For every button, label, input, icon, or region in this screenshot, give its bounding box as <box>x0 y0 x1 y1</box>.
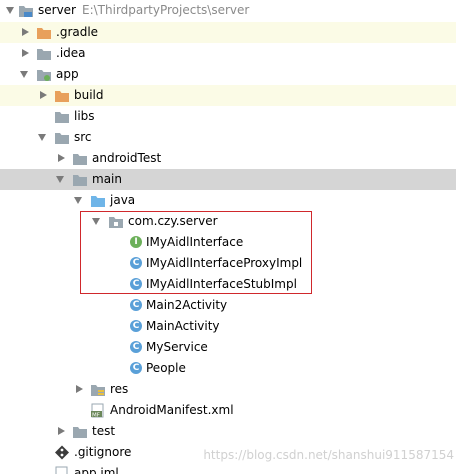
tree-row-class[interactable]: I IMyAidlInterface <box>0 232 456 253</box>
folder-icon <box>73 427 87 438</box>
tree-row-class[interactable]: C MyService <box>0 337 456 358</box>
tree-row-libs[interactable]: libs <box>0 106 456 127</box>
tree-label-build: build <box>74 88 104 102</box>
class-icon: C <box>130 299 142 311</box>
tree-row-app[interactable]: app <box>0 64 456 85</box>
tree-label-libs: libs <box>74 109 95 123</box>
tree-label-class: IMyAidlInterface <box>146 235 244 249</box>
tree-label-gitignore: .gitignore <box>74 445 132 459</box>
source-folder-icon <box>91 196 105 207</box>
tree-row-manifest[interactable]: MF AndroidManifest.xml <box>0 400 456 421</box>
folder-icon <box>73 175 87 186</box>
tree-row-idea[interactable]: .idea <box>0 43 456 64</box>
tree-row-class[interactable]: C IMyAidlInterfaceStubImpl <box>0 274 456 295</box>
expand-arrow-icon[interactable] <box>22 28 29 36</box>
tree-row-class[interactable]: C MainActivity <box>0 316 456 337</box>
tree-row-package[interactable]: com.czy.server <box>0 211 456 232</box>
tree-row-main[interactable]: main <box>0 169 456 190</box>
tree-row-test[interactable]: test <box>0 421 456 442</box>
expand-arrow-icon[interactable] <box>38 134 46 141</box>
class-icon: C <box>130 278 142 290</box>
tree-label-class: People <box>146 361 186 375</box>
class-icon: C <box>130 362 142 374</box>
tree-label-java: java <box>110 193 136 207</box>
interface-icon: I <box>130 236 142 248</box>
manifest-badge: MF <box>92 413 100 419</box>
tree-row-gradle[interactable]: .gradle <box>0 22 456 43</box>
expand-arrow-icon[interactable] <box>6 7 14 14</box>
project-tree: server E:\ThirdpartyProjects\server .grad… <box>0 0 456 474</box>
tree-label-main: main <box>92 172 122 186</box>
tree-label-idea: .idea <box>56 46 86 60</box>
class-icon: C <box>130 320 142 332</box>
folder-icon <box>73 154 87 165</box>
expand-arrow-icon[interactable] <box>58 427 65 435</box>
tree-row-app-iml[interactable]: app.iml <box>0 463 456 474</box>
folder-icon <box>55 133 69 144</box>
gitignore-file-icon <box>55 445 69 460</box>
resource-folder-icon <box>91 385 105 396</box>
project-path: E:\ThirdpartyProjects\server <box>82 3 250 17</box>
tree-label-class: IMyAidlInterfaceStubImpl <box>146 277 297 291</box>
tree-row-class[interactable]: C Main2Activity <box>0 295 456 316</box>
tree-row-build[interactable]: build <box>0 85 456 106</box>
expand-arrow-icon[interactable] <box>74 197 82 204</box>
tree-row-res[interactable]: res <box>0 379 456 400</box>
tree-label-androidtest: androidTest <box>92 151 162 165</box>
folder-icon <box>37 49 51 60</box>
excluded-folder-icon <box>37 28 51 39</box>
tree-label-package: com.czy.server <box>128 214 218 228</box>
tree-label-class: MainActivity <box>146 319 220 333</box>
expand-arrow-icon[interactable] <box>20 71 28 78</box>
expand-arrow-icon[interactable] <box>56 176 64 183</box>
tree-label-class: MyService <box>146 340 208 354</box>
expand-arrow-icon[interactable] <box>58 154 65 162</box>
tree-row-class[interactable]: C People <box>0 358 456 379</box>
class-icon: C <box>130 341 142 353</box>
tree-label-gradle: gradle <box>59 25 99 39</box>
module-folder-icon <box>19 6 33 17</box>
tree-row-gitignore[interactable]: .gitignore <box>0 442 456 463</box>
tree-label-manifest: AndroidManifest.xml <box>110 403 234 417</box>
expand-arrow-icon[interactable] <box>22 49 29 57</box>
tree-label-server: server <box>38 3 76 17</box>
expand-arrow-icon[interactable] <box>40 91 47 99</box>
tree-label-src: src <box>74 130 92 144</box>
expand-arrow-icon[interactable] <box>76 385 83 393</box>
tree-row-server[interactable]: server E:\ThirdpartyProjects\server <box>0 0 456 21</box>
tree-row-src[interactable]: src <box>0 127 456 148</box>
tree-row-androidtest[interactable]: androidTest <box>0 148 456 169</box>
package-icon <box>109 217 123 228</box>
tree-label-test: test <box>92 424 116 438</box>
manifest-file-icon: MF <box>91 403 104 419</box>
tree-label-res: res <box>110 382 129 396</box>
excluded-folder-icon <box>55 91 69 102</box>
folder-icon <box>55 112 69 123</box>
tree-row-java[interactable]: java <box>0 190 456 211</box>
iml-file-icon <box>55 466 68 474</box>
expand-arrow-icon[interactable] <box>92 218 100 225</box>
tree-label-app: app <box>56 67 79 81</box>
class-icon: C <box>130 257 142 269</box>
tree-label-class: Main2Activity <box>146 298 228 312</box>
tree-label-class: IMyAidlInterfaceProxyImpl <box>146 256 303 270</box>
tree-row-class[interactable]: C IMyAidlInterfaceProxyImpl <box>0 253 456 274</box>
module-folder-icon <box>37 70 51 81</box>
tree-label-app-iml: app.iml <box>74 466 119 474</box>
